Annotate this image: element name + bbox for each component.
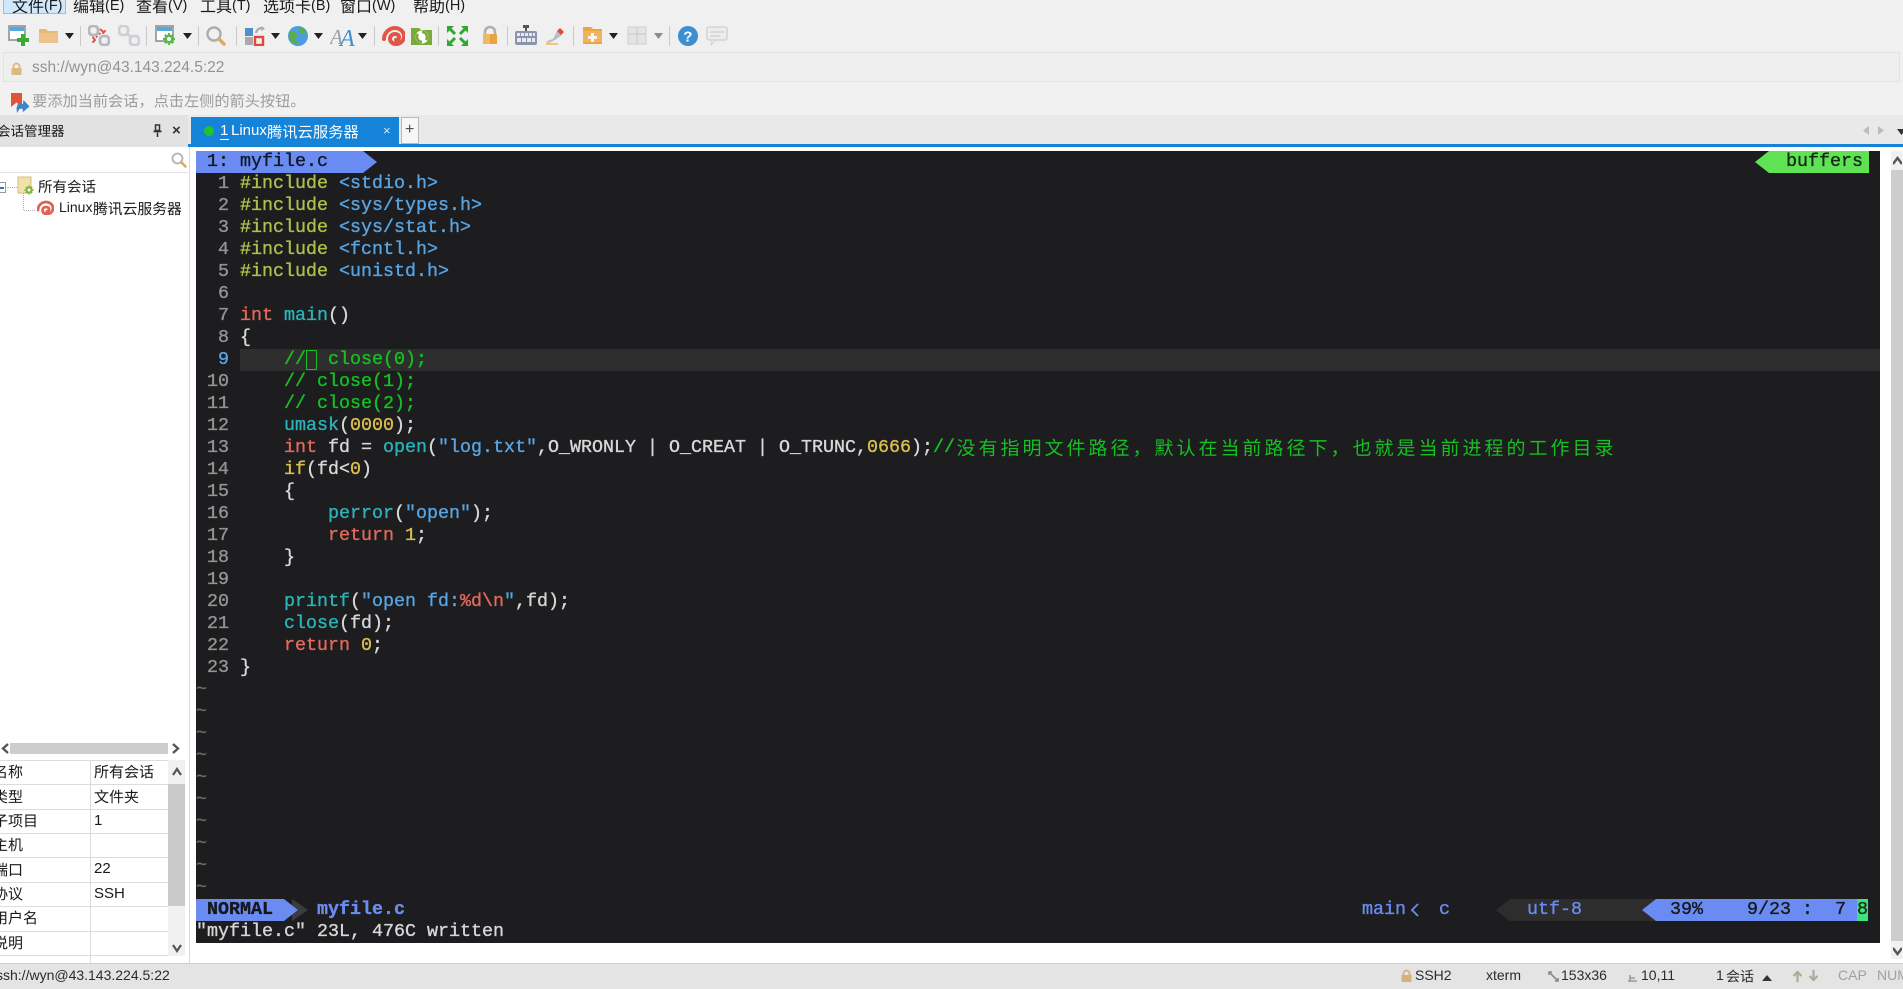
svg-text:A: A: [338, 26, 355, 47]
svg-text:?: ?: [683, 29, 692, 46]
